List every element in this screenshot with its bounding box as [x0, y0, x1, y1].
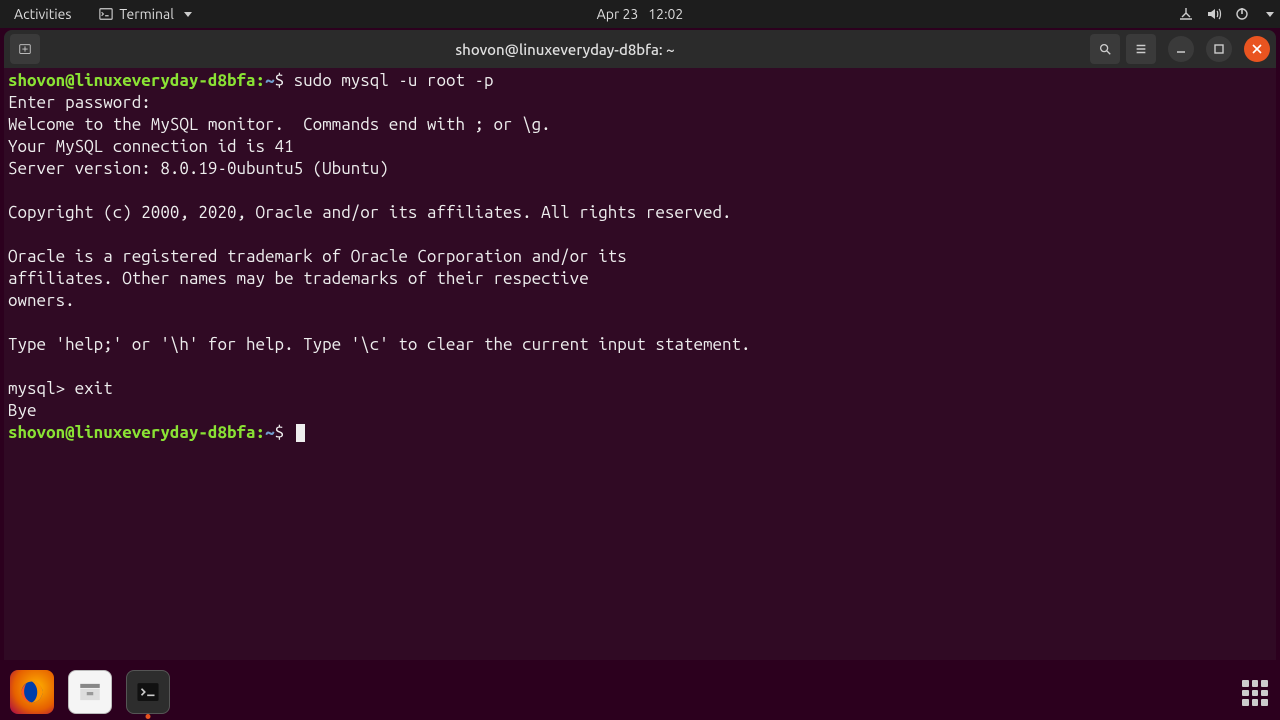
- files-icon: [77, 679, 103, 705]
- prompt-path: ~: [265, 71, 275, 90]
- system-menu-chevron-icon[interactable]: [1266, 12, 1274, 17]
- terminal-line: Oracle is a registered trademark of Orac…: [8, 246, 1272, 268]
- new-tab-button[interactable]: [10, 34, 40, 64]
- firefox-icon: [18, 678, 46, 706]
- terminal-window: shovon@linuxeveryday-d8bfa: ~ shovon@lin…: [4, 30, 1276, 660]
- clock-time: 12:02: [648, 6, 683, 22]
- search-button[interactable]: [1090, 34, 1120, 64]
- app-menu[interactable]: Terminal: [91, 4, 200, 24]
- minimize-button[interactable]: [1168, 36, 1194, 62]
- window-titlebar: shovon@linuxeveryday-d8bfa: ~: [4, 30, 1276, 68]
- terminal-line: Enter password:: [8, 92, 1272, 114]
- terminal-line: owners.: [8, 290, 1272, 312]
- terminal-icon: [135, 679, 161, 705]
- terminal-app-icon: [99, 7, 113, 21]
- clock-date: Apr 23: [597, 6, 639, 22]
- terminal-output[interactable]: shovon@linuxeveryday-d8bfa:~$ sudo mysql…: [4, 68, 1276, 660]
- terminal-line: [8, 312, 1272, 334]
- search-icon: [1098, 42, 1112, 56]
- show-applications-button[interactable]: [1242, 680, 1268, 706]
- maximize-icon: [1213, 43, 1225, 55]
- command-text: sudo mysql -u root -p: [294, 71, 494, 90]
- terminal-line: Type 'help;' or '\h' for help. Type '\c'…: [8, 334, 1272, 356]
- app-menu-label: Terminal: [119, 6, 174, 22]
- terminal-line: affiliates. Other names may be trademark…: [8, 268, 1272, 290]
- close-icon: [1251, 43, 1263, 55]
- minimize-icon: [1175, 43, 1187, 55]
- prompt-user: shovon@linuxeveryday-d8bfa: [8, 71, 256, 90]
- terminal-line: Bye: [8, 400, 1272, 422]
- prompt-user: shovon@linuxeveryday-d8bfa: [8, 423, 256, 442]
- window-title: shovon@linuxeveryday-d8bfa: ~: [46, 41, 1084, 58]
- close-button[interactable]: [1244, 36, 1270, 62]
- new-tab-icon: [18, 42, 32, 56]
- maximize-button[interactable]: [1206, 36, 1232, 62]
- cursor: [296, 424, 305, 442]
- network-icon[interactable]: [1178, 6, 1194, 22]
- dock: [10, 670, 170, 714]
- terminal-line: Your MySQL connection id is 41: [8, 136, 1272, 158]
- dock-terminal[interactable]: [126, 670, 170, 714]
- terminal-line: Copyright (c) 2000, 2020, Oracle and/or …: [8, 202, 1272, 224]
- terminal-line: [8, 224, 1272, 246]
- dock-files[interactable]: [68, 670, 112, 714]
- terminal-line: Server version: 8.0.19-0ubuntu5 (Ubuntu): [8, 158, 1272, 180]
- terminal-line: Welcome to the MySQL monitor. Commands e…: [8, 114, 1272, 136]
- clock[interactable]: Apr 23 12:02: [597, 6, 684, 22]
- gnome-top-bar: Activities Terminal Apr 23 12:02: [0, 0, 1280, 28]
- hamburger-menu-button[interactable]: [1126, 34, 1156, 64]
- terminal-line: [8, 180, 1272, 202]
- activities-button[interactable]: Activities: [6, 4, 79, 24]
- prompt-path: ~: [265, 423, 275, 442]
- terminal-line: mysql> exit: [8, 378, 1272, 400]
- hamburger-icon: [1134, 42, 1148, 56]
- terminal-line: [8, 356, 1272, 378]
- chevron-down-icon: [184, 12, 192, 17]
- dock-firefox[interactable]: [10, 670, 54, 714]
- power-icon[interactable]: [1234, 6, 1250, 22]
- volume-icon[interactable]: [1206, 6, 1222, 22]
